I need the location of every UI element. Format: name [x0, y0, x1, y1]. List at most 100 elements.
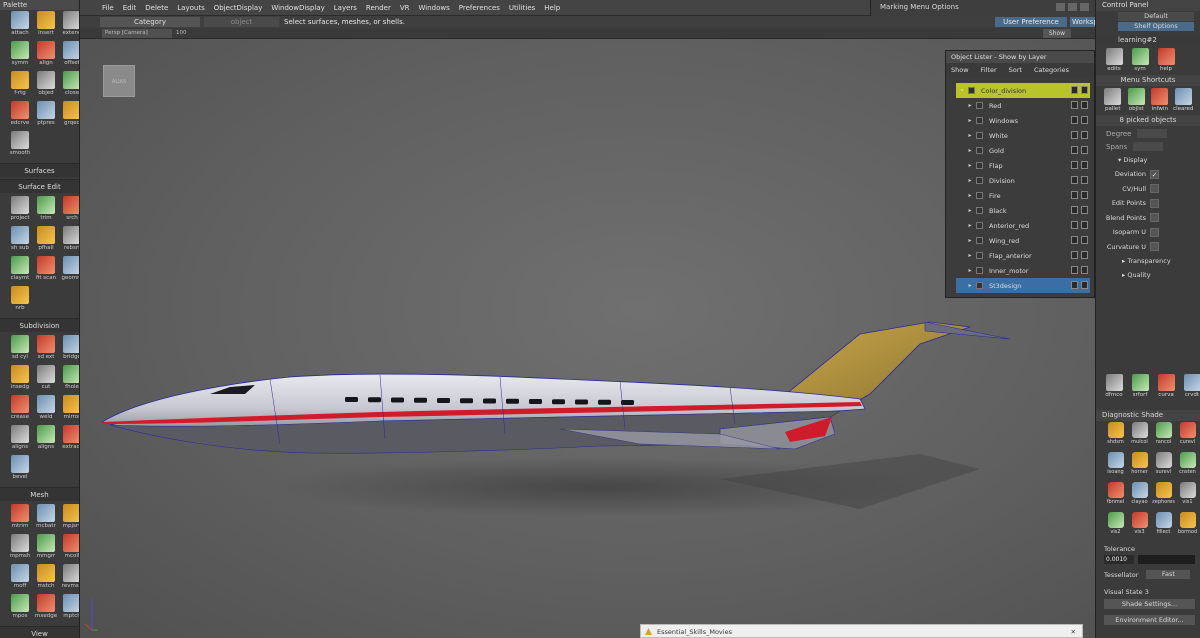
menu-item[interactable]: Utilities: [509, 4, 535, 12]
palette-tool[interactable]: claymt: [8, 256, 32, 286]
visibility-checkbox[interactable]: [968, 87, 975, 94]
palette-tool[interactable]: f-rtg: [8, 71, 32, 101]
layer-lock-icon[interactable]: [1081, 251, 1088, 259]
layer-state-icon[interactable]: [1071, 206, 1078, 214]
shelf-tool[interactable]: edits: [1102, 48, 1126, 72]
display-option[interactable]: Deviation ✓: [1096, 167, 1200, 182]
palette-tool[interactable]: align: [34, 41, 58, 71]
close-icon[interactable]: [1080, 3, 1089, 11]
taskbar-window[interactable]: Essential_Skills_Movies ✕: [640, 624, 1083, 638]
degree-field[interactable]: Degree: [1096, 127, 1200, 140]
diagnostic-tool[interactable]: curevl: [1176, 422, 1199, 452]
layer-row[interactable]: ▸ Division: [956, 173, 1090, 188]
layer-lock-icon[interactable]: [1081, 221, 1088, 229]
menu-item[interactable]: Help: [544, 4, 560, 12]
lister-menu-item[interactable]: Filter: [981, 66, 997, 74]
palette-tool[interactable]: edcrve: [8, 101, 32, 131]
layer-state-icon[interactable]: [1071, 176, 1078, 184]
diagnostic-tool[interactable]: fbnmel: [1104, 482, 1127, 512]
shelf-tool[interactable]: srforf: [1128, 374, 1152, 398]
layer-lock-icon[interactable]: [1081, 206, 1088, 214]
palette-tool[interactable]: objed: [34, 71, 58, 101]
expand-icon[interactable]: ▸: [964, 252, 976, 259]
layer-row[interactable]: ▸ Fire: [956, 188, 1090, 203]
palette-tool[interactable]: extend: [60, 11, 79, 41]
tolerance-slider[interactable]: [1138, 555, 1195, 564]
menu-item[interactable]: ObjectDisplay: [214, 4, 263, 12]
palette-tool[interactable]: offset: [60, 41, 79, 71]
quality-section[interactable]: ▸ Quality: [1096, 268, 1200, 282]
diagnostic-tool[interactable]: surevl: [1152, 452, 1175, 482]
option-checkbox[interactable]: [1150, 242, 1159, 252]
layer-row[interactable]: ▸ St3design: [956, 278, 1090, 293]
palette-tool[interactable]: insert: [34, 11, 58, 41]
shelf-tool[interactable]: cleared: [1173, 88, 1195, 112]
shelf-tool[interactable]: infwin: [1149, 88, 1171, 112]
expand-icon[interactable]: ▸: [964, 267, 976, 274]
diagnostic-tool[interactable]: horner: [1128, 452, 1151, 482]
palette-tool[interactable]: mxedge: [34, 594, 58, 624]
palette-tool[interactable]: mcbatr: [34, 504, 58, 534]
transparency-section[interactable]: ▸ Transparency: [1096, 254, 1200, 268]
menu-item[interactable]: Render: [366, 4, 391, 12]
layer-state-icon[interactable]: [1071, 116, 1078, 124]
diagnostic-tool[interactable]: vis3: [1128, 512, 1151, 542]
diagnostic-tool[interactable]: isoang: [1104, 452, 1127, 482]
shelf-tool[interactable]: objlst: [1126, 88, 1148, 112]
visibility-checkbox[interactable]: [976, 207, 983, 214]
palette-tool[interactable]: trim: [34, 196, 58, 226]
menu-item[interactable]: Layouts: [177, 4, 204, 12]
show-button[interactable]: Show: [1043, 28, 1071, 38]
palette-tool[interactable]: mstch: [34, 564, 58, 594]
layer-state-icon[interactable]: [1071, 131, 1078, 139]
maximize-icon[interactable]: [1068, 3, 1077, 11]
visibility-checkbox[interactable]: [976, 267, 983, 274]
category-button[interactable]: Category: [100, 17, 200, 27]
visibility-checkbox[interactable]: [976, 132, 983, 139]
palette-tool[interactable]: srch: [60, 196, 79, 226]
layer-row[interactable]: ▸ Red: [956, 98, 1090, 113]
camera-field[interactable]: Persp [Camera]: [102, 28, 172, 38]
layer-state-icon[interactable]: [1071, 191, 1078, 199]
layer-row[interactable]: ▸ Flap_anterior: [956, 248, 1090, 263]
layer-state-icon[interactable]: [1071, 101, 1078, 109]
visibility-checkbox[interactable]: [976, 162, 983, 169]
layer-row[interactable]: ▸ Windows: [956, 113, 1090, 128]
palette-tool[interactable]: ptpres: [34, 101, 58, 131]
expand-icon[interactable]: ▸: [964, 162, 976, 169]
palette-tool[interactable]: sd ext: [34, 335, 58, 365]
layer-lock-icon[interactable]: [1081, 86, 1088, 94]
palette-tool[interactable]: mtrim: [8, 504, 32, 534]
visibility-checkbox[interactable]: [976, 282, 983, 289]
menu-item[interactable]: File: [102, 4, 114, 12]
display-section[interactable]: ▾ Display: [1096, 153, 1200, 167]
display-option[interactable]: Blend Points: [1096, 211, 1200, 226]
palette-tool[interactable]: crease: [8, 395, 32, 425]
layer-row[interactable]: ▸ Inner_motor: [956, 263, 1090, 278]
option-checkbox[interactable]: ✓: [1150, 169, 1159, 179]
menu-item[interactable]: WindowDisplay: [271, 4, 324, 12]
expand-icon[interactable]: ▸: [964, 192, 976, 199]
layer-state-icon[interactable]: [1071, 86, 1078, 94]
spans-field[interactable]: Spans: [1096, 140, 1200, 153]
expand-icon[interactable]: ▸: [964, 207, 976, 214]
user-preference-sets-button[interactable]: User Preference Sets: [995, 17, 1067, 36]
layer-row[interactable]: ▸ White: [956, 128, 1090, 143]
layer-state-icon[interactable]: [1071, 146, 1078, 154]
expand-icon[interactable]: ▸: [964, 147, 976, 154]
visibility-checkbox[interactable]: [976, 222, 983, 229]
palette-tool[interactable]: cut: [34, 365, 58, 395]
palette-tool[interactable]: moff: [8, 564, 32, 594]
layer-row[interactable]: ▸ Black: [956, 203, 1090, 218]
default-button[interactable]: Default: [1118, 12, 1194, 21]
layer-lock-icon[interactable]: [1081, 161, 1088, 169]
layer-lock-icon[interactable]: [1081, 236, 1088, 244]
shelf-options-button[interactable]: Shelf Options: [1118, 22, 1194, 31]
minimize-icon[interactable]: [1056, 3, 1065, 11]
tessellator-select[interactable]: Fast: [1146, 570, 1191, 579]
display-option[interactable]: Edit Points: [1096, 196, 1200, 211]
diagnostic-tool[interactable]: clayao: [1128, 482, 1151, 512]
option-checkbox[interactable]: [1150, 184, 1159, 194]
palette-tool[interactable]: fhole: [60, 365, 79, 395]
palette-tool[interactable]: bridge: [60, 335, 79, 365]
